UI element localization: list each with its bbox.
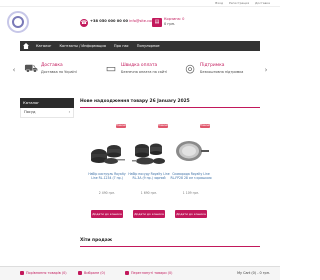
product-price: 1 109 грн.	[182, 191, 200, 195]
benefit-title: Доставка	[41, 63, 63, 68]
product-card: Новинка Набір посуду Royalty Line RL-3A …	[128, 120, 170, 230]
product-name[interactable]: Набір каструль Royalty Line RL-1234 (7 п…	[86, 172, 128, 180]
nav-item-contacts[interactable]: Контакты / Информация	[55, 44, 109, 48]
site-header: ☎ +38 050 000 00 00 info@site.com ▤ Корз…	[0, 8, 280, 38]
section-divider	[80, 246, 260, 247]
delivery-link[interactable]: Доставка	[255, 1, 270, 5]
product-image[interactable]	[131, 134, 167, 168]
eye-icon	[125, 271, 129, 275]
compare-icon	[20, 271, 24, 275]
viewed-link[interactable]: Переглянуті товари (0)	[125, 271, 172, 275]
support-icon: ◎	[185, 62, 195, 75]
add-to-cart-button[interactable]: Додати до кошика	[91, 210, 123, 218]
benefits-strip: ⛟ Доставка Доставка по Україні ▭ Швидка …	[20, 57, 260, 83]
product-price: 2 490 грн.	[98, 191, 116, 195]
contact-info: +38 050 000 00 00 info@site.com	[90, 19, 155, 23]
top-bar: Вход Регистрация Доставка	[0, 0, 280, 7]
email-link[interactable]: info@site.com	[129, 19, 155, 23]
product-name[interactable]: Набір посуду Royalty Line RL-3A (9 пр.) …	[128, 172, 170, 180]
compare-link[interactable]: Порівняння товарів (0)	[20, 271, 67, 275]
header-cart[interactable]: Корзина: 0 0 грн.	[164, 17, 184, 27]
truck-icon: ⛟	[24, 62, 38, 75]
chevron-right-icon: ›	[68, 110, 70, 114]
nav-item-about[interactable]: Про нас	[110, 44, 133, 48]
phone-number[interactable]: +38 050 000 00 00	[90, 19, 128, 23]
section-divider	[80, 107, 260, 108]
product-price: 1 690 грн.	[140, 191, 158, 195]
benefit-title: Підтримка	[200, 63, 225, 68]
card-icon: ▭	[105, 62, 117, 75]
new-arrivals-title: Нове надходження товару 26 January 2025	[80, 99, 190, 104]
benefits-prev-icon[interactable]: ‹	[11, 65, 17, 75]
new-badge: Новинка	[116, 124, 128, 128]
product-card: Новинка Набір каструль Royalty Line RL-1…	[86, 120, 128, 230]
sidebar-item-label: Посуд	[24, 110, 36, 114]
product-image[interactable]	[173, 134, 209, 168]
add-to-cart-button[interactable]: Додати до кошика	[133, 210, 165, 218]
sidebar-item-posud[interactable]: Посуд ›	[20, 108, 74, 118]
benefit-desc: Безпечна оплата на сайті	[121, 70, 167, 74]
new-badge: Новинка	[200, 124, 212, 128]
sidebar-title: Каталог	[20, 98, 74, 108]
compare-label: Порівняння товарів (0)	[26, 271, 67, 275]
phone-icon: ☎	[80, 19, 88, 27]
register-link[interactable]: Регистрация	[229, 1, 249, 5]
benefit-desc: Доставка по Україні	[41, 70, 77, 74]
nav-item-catalog[interactable]: Каталог	[32, 44, 55, 48]
benefits-next-icon[interactable]: ›	[263, 65, 269, 75]
heart-icon	[78, 271, 82, 275]
wishlist-link[interactable]: Вибране (0)	[78, 271, 105, 275]
viewed-label: Переглянуті товари (0)	[131, 271, 173, 275]
bottom-cart-link[interactable]: My Cart (0) - 0 грн.	[237, 271, 270, 275]
bottom-toolbar: Порівняння товарів (0) Вибране (0) Перег…	[0, 266, 280, 280]
site-logo[interactable]	[7, 11, 29, 33]
product-name[interactable]: Сковорода Royalty Line RL-FP28 28 см з к…	[170, 172, 212, 180]
cart-icon[interactable]: ▤	[152, 18, 162, 27]
home-icon[interactable]	[23, 43, 29, 49]
benefit-desc: Безкоштовна підтримка	[200, 70, 244, 74]
new-badge: Новинка	[158, 124, 170, 128]
bestsellers-title: Хіти продаж	[80, 238, 113, 243]
cart-price: 0 грн.	[164, 22, 176, 26]
benefit-title: Швидка оплата	[121, 63, 158, 68]
catalog-sidebar: Каталог Посуд ›	[20, 98, 74, 118]
product-image[interactable]	[89, 134, 125, 168]
add-to-cart-button[interactable]: Додати до кошика	[175, 210, 207, 218]
product-card: Новинка Сковорода Royalty Line RL-FP28 2…	[170, 120, 212, 230]
logo-ring	[12, 16, 24, 28]
login-link[interactable]: Вход	[215, 1, 223, 5]
nav-item-popular[interactable]: Популярное	[133, 44, 164, 48]
wishlist-label: Вибране (0)	[84, 271, 106, 275]
main-nav: Каталог Контакты / Информация Про нас По…	[20, 41, 260, 51]
